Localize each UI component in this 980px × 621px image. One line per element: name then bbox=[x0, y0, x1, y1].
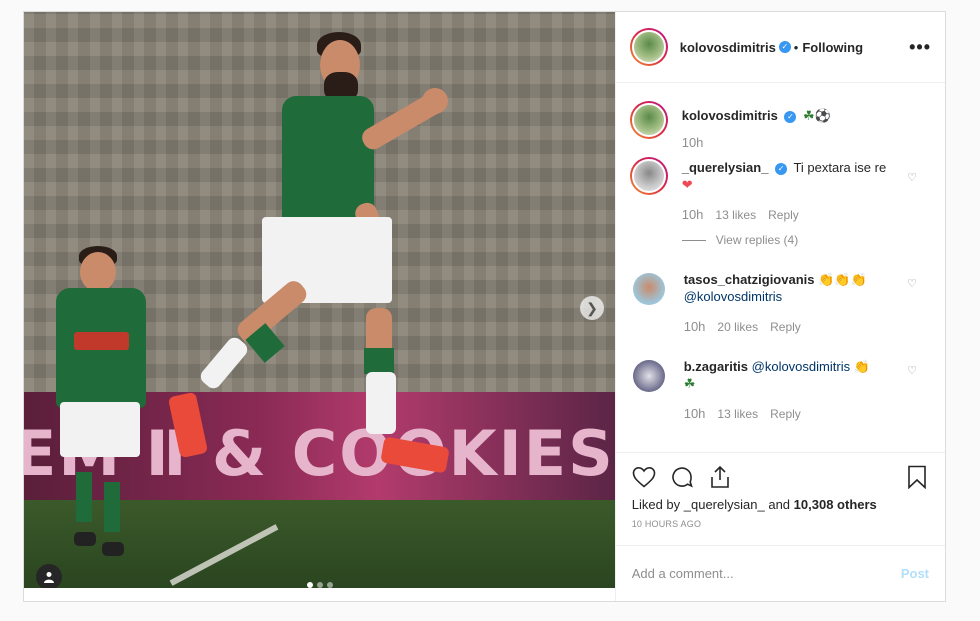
liked-by-prefix: Liked by bbox=[631, 497, 681, 512]
liked-by-others[interactable]: 10,308 others bbox=[794, 497, 877, 512]
carousel-dot bbox=[307, 582, 313, 588]
caption-avatar[interactable] bbox=[629, 101, 668, 139]
chevron-right-icon: ❯ bbox=[586, 299, 598, 316]
share-button[interactable] bbox=[708, 465, 732, 489]
save-button[interactable] bbox=[905, 465, 929, 489]
post-header: kolovosdimitris ✓ • Following ••• bbox=[615, 12, 945, 83]
comment-bubble-icon bbox=[671, 467, 693, 488]
share-icon bbox=[710, 465, 729, 488]
view-replies-button[interactable]: View replies (4) bbox=[681, 232, 905, 249]
carousel-dot bbox=[327, 582, 333, 588]
like-comment-icon[interactable]: ♡ bbox=[907, 171, 917, 184]
comments-list: kolovosdimitris ✓ ☘⚽ 10h _querelysian_ ✓… bbox=[616, 83, 945, 452]
comment-likes[interactable]: 13 likes bbox=[715, 207, 756, 224]
post-comment-button[interactable]: Post bbox=[901, 566, 929, 581]
comment-likes[interactable]: 20 likes bbox=[717, 319, 758, 336]
person-icon bbox=[44, 572, 54, 583]
reply-button[interactable]: Reply bbox=[768, 207, 799, 224]
verified-badge-icon: ✓ bbox=[778, 41, 791, 53]
verified-badge-icon: ✓ bbox=[775, 162, 788, 175]
post-photo[interactable]: EM Ⅱ & COOKIES ❯ bbox=[24, 12, 615, 588]
player-background bbox=[34, 242, 164, 572]
red-heart-emoji: ❤ bbox=[681, 177, 693, 192]
post-actions: Liked by _querelysian_ and 10,308 others… bbox=[615, 452, 945, 545]
reply-button[interactable]: Reply bbox=[770, 406, 801, 423]
comment-likes[interactable]: 13 likes bbox=[717, 406, 758, 423]
add-comment-input[interactable]: Add a comment... bbox=[632, 566, 734, 581]
caption-username[interactable]: kolovosdimitris bbox=[682, 108, 778, 123]
next-slide-button[interactable]: ❯ bbox=[580, 296, 604, 320]
replies-divider bbox=[681, 240, 706, 241]
view-replies-label: View replies (4) bbox=[715, 233, 799, 247]
more-options-button[interactable]: ••• bbox=[909, 37, 931, 58]
post-timestamp[interactable]: 10 HOURS AGO bbox=[632, 519, 929, 529]
like-comment-icon[interactable]: ♡ bbox=[907, 364, 917, 377]
commenter-avatar[interactable] bbox=[632, 360, 665, 392]
comment-time[interactable]: 10h bbox=[684, 318, 706, 335]
comment-button[interactable] bbox=[670, 465, 694, 489]
comment-text: Ti pextara ise re bbox=[793, 160, 887, 175]
liked-by-user[interactable]: _querelysian_ bbox=[684, 497, 765, 512]
caption-text: ☘⚽ bbox=[803, 108, 831, 123]
comment-mention[interactable]: @kolovosdimitris bbox=[752, 359, 850, 374]
bookmark-icon bbox=[908, 465, 926, 489]
likes-summary: Liked by _querelysian_ and 10,308 others bbox=[632, 497, 929, 512]
verified-badge-icon: ✓ bbox=[784, 110, 797, 123]
add-comment-bar: Add a comment... Post bbox=[615, 545, 945, 601]
reply-button[interactable]: Reply bbox=[770, 319, 801, 336]
caption: kolovosdimitris ✓ ☘⚽ 10h bbox=[629, 101, 931, 151]
clap-emoji: 👏👏👏 bbox=[818, 272, 867, 287]
header-separator: • bbox=[793, 39, 799, 55]
comment: tasos_chatzigiovanis 👏👏👏 @kolovosdimitri… bbox=[630, 271, 931, 336]
post-sidebar: kolovosdimitris ✓ • Following ••• kolovo… bbox=[614, 12, 945, 601]
commenter-username[interactable]: b.zagaritis bbox=[684, 359, 748, 374]
tagged-users-button[interactable] bbox=[36, 564, 62, 588]
comment-mention[interactable]: @kolovosdimitris bbox=[684, 289, 782, 304]
clap-emoji: 👏 bbox=[853, 359, 870, 374]
commenter-avatar[interactable] bbox=[632, 273, 665, 305]
caption-time[interactable]: 10h bbox=[682, 134, 704, 151]
following-button[interactable]: Following bbox=[802, 40, 863, 55]
commenter-avatar[interactable] bbox=[629, 157, 668, 195]
player-celebrating bbox=[152, 32, 452, 482]
carousel-dot bbox=[317, 582, 323, 588]
comment-time[interactable]: 10h bbox=[684, 405, 706, 422]
like-comment-icon[interactable]: ♡ bbox=[907, 277, 917, 290]
heart-icon bbox=[632, 466, 656, 488]
comment: _querelysian_ ✓ Ti pextara ise re ❤ 10h … bbox=[629, 157, 931, 249]
more-icon: ••• bbox=[909, 36, 931, 57]
commenter-username[interactable]: _querelysian_ bbox=[682, 160, 769, 175]
like-button[interactable] bbox=[632, 465, 656, 489]
commenter-username[interactable]: tasos_chatzigiovanis bbox=[684, 272, 815, 287]
liked-by-middle: and bbox=[768, 497, 791, 512]
comment-time[interactable]: 10h bbox=[682, 206, 704, 223]
carousel-indicator bbox=[307, 582, 333, 588]
shamrock-emoji: ☘ bbox=[683, 376, 696, 391]
author-username[interactable]: kolovosdimitris bbox=[680, 40, 776, 55]
comment: b.zagaritis @kolovosdimitris 👏 ☘ 10h 13 … bbox=[630, 358, 931, 423]
author-avatar[interactable] bbox=[629, 28, 668, 66]
instagram-post: EM Ⅱ & COOKIES ❯ kolovosdimitris ✓ • Fol… bbox=[23, 11, 946, 602]
